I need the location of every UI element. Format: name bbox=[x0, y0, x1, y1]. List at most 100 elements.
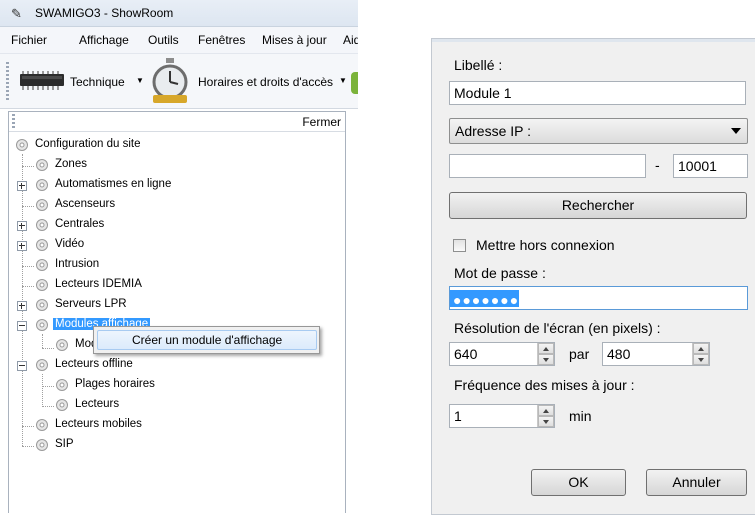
site-tree-panel: Fermer bbox=[8, 111, 345, 513]
technique-button[interactable]: Technique ▼ bbox=[14, 54, 144, 108]
chevron-down-icon: ▼ bbox=[339, 76, 347, 85]
password-input[interactable]: ●●●●●●● bbox=[449, 286, 748, 310]
spin-down-icon[interactable] bbox=[538, 354, 554, 365]
technique-label: Technique bbox=[70, 75, 125, 89]
address-type-select[interactable]: Adresse IP : bbox=[449, 118, 748, 144]
offline-label: Mettre hors connexion bbox=[476, 237, 615, 253]
chip-icon bbox=[20, 71, 64, 90]
collapse-icon[interactable] bbox=[17, 361, 27, 371]
height-stepper[interactable]: 480 bbox=[602, 342, 710, 366]
menu-mises-a-jour[interactable]: Mises à jour bbox=[262, 33, 327, 47]
tree-line bbox=[42, 334, 43, 348]
tree-label: Configuration du site bbox=[35, 138, 141, 150]
tree-label: Intrusion bbox=[55, 258, 100, 270]
tree-label: Lecteurs IDEMIA bbox=[55, 278, 142, 290]
toolbar: Technique ▼ Horaires et droits d'accès ▼ bbox=[0, 54, 358, 109]
expand-icon[interactable] bbox=[17, 221, 27, 231]
gear-icon bbox=[36, 279, 48, 291]
password-label: Mot de passe : bbox=[454, 265, 546, 281]
tree-label: Lecteurs bbox=[75, 398, 120, 410]
tree-line bbox=[22, 154, 23, 446]
resolution-label: Résolution de l'écran (en pixels) : bbox=[454, 320, 661, 336]
ok-button[interactable]: OK bbox=[531, 469, 626, 496]
spin-down-icon[interactable] bbox=[693, 354, 709, 365]
tree-line bbox=[22, 166, 34, 167]
horaires-button[interactable]: Horaires et droits d'accès ▼ bbox=[147, 54, 351, 108]
tree-line bbox=[22, 286, 34, 287]
tree-label: Centrales bbox=[55, 218, 105, 230]
menu-fenetres[interactable]: Fenêtres bbox=[198, 33, 245, 47]
menu-bar: Fichier Affichage Outils Fenêtres Mises … bbox=[0, 27, 358, 54]
frequency-spinner[interactable] bbox=[537, 405, 554, 427]
tree-label: SIP bbox=[55, 438, 74, 450]
par-label: par bbox=[569, 346, 590, 362]
context-menu: Créer un module d'affichage bbox=[93, 326, 320, 354]
dialog-border bbox=[432, 39, 755, 42]
tree-label: Lecteurs mobiles bbox=[55, 418, 142, 430]
width-stepper[interactable]: 640 bbox=[449, 342, 555, 366]
menu-aide[interactable]: Aid bbox=[343, 33, 358, 47]
tree-line bbox=[42, 374, 43, 407]
collapse-icon[interactable] bbox=[17, 321, 27, 331]
tree-line bbox=[42, 348, 54, 349]
app-icon: ✎ bbox=[11, 6, 22, 21]
cancel-button[interactable]: Annuler bbox=[646, 469, 747, 496]
gear-icon bbox=[36, 239, 48, 251]
gear-icon bbox=[36, 159, 48, 171]
create-display-module-menu-item[interactable]: Créer un module d'affichage bbox=[97, 330, 317, 350]
tree-label: Ascenseurs bbox=[55, 198, 116, 210]
spin-up-icon[interactable] bbox=[538, 405, 554, 416]
chevron-down-icon: ▼ bbox=[136, 76, 144, 85]
menu-affichage[interactable]: Affichage bbox=[79, 33, 129, 47]
expand-icon[interactable] bbox=[17, 241, 27, 251]
title-bar: ✎ SWAMIGO3 - ShowRoom bbox=[0, 0, 358, 27]
spin-up-icon[interactable] bbox=[693, 343, 709, 354]
gear-icon bbox=[36, 299, 48, 311]
tree-label: Plages horaires bbox=[75, 378, 155, 390]
expand-icon[interactable] bbox=[17, 181, 27, 191]
gear-icon bbox=[36, 219, 48, 231]
port-input[interactable]: 10001 bbox=[673, 154, 748, 178]
toolbar-grip[interactable] bbox=[6, 62, 9, 102]
ip-address-input[interactable] bbox=[449, 154, 646, 178]
close-panel-button[interactable]: Fermer bbox=[302, 115, 341, 129]
gear-icon bbox=[36, 199, 48, 211]
unit-label: min bbox=[569, 408, 592, 424]
frequency-stepper[interactable]: 1 bbox=[449, 404, 555, 428]
tree-line bbox=[22, 446, 34, 447]
height-value: 480 bbox=[607, 346, 631, 362]
expand-icon[interactable] bbox=[17, 301, 27, 311]
panel-grip[interactable] bbox=[12, 114, 15, 128]
gear-icon bbox=[36, 179, 48, 191]
gear-icon bbox=[36, 439, 48, 451]
gear-icon bbox=[56, 379, 68, 391]
tree-label: Automatismes en ligne bbox=[55, 178, 172, 190]
splitter[interactable] bbox=[345, 111, 346, 513]
user-icon[interactable] bbox=[351, 72, 358, 94]
tree-line bbox=[42, 406, 54, 407]
chevron-down-icon bbox=[731, 128, 741, 134]
search-button[interactable]: Rechercher bbox=[449, 192, 747, 219]
menu-outils[interactable]: Outils bbox=[148, 33, 179, 47]
tree-line bbox=[42, 386, 54, 387]
spin-up-icon[interactable] bbox=[538, 343, 554, 354]
frequency-label: Fréquence des mises à jour : bbox=[454, 377, 635, 393]
menu-fichier[interactable]: Fichier bbox=[11, 33, 47, 47]
ip-port-separator: - bbox=[655, 157, 660, 173]
gear-icon bbox=[16, 139, 28, 151]
gear-icon bbox=[36, 359, 48, 371]
tree-line bbox=[22, 426, 34, 427]
address-type-value: Adresse IP : bbox=[455, 123, 532, 139]
spin-down-icon[interactable] bbox=[538, 416, 554, 427]
gear-icon bbox=[56, 339, 68, 351]
gear-icon bbox=[56, 399, 68, 411]
height-spinner[interactable] bbox=[692, 343, 709, 365]
tree-label: Lecteurs offline bbox=[55, 358, 133, 370]
width-spinner[interactable] bbox=[537, 343, 554, 365]
password-mask: ●●●●●●● bbox=[453, 292, 520, 308]
libelle-input[interactable]: Module 1 bbox=[449, 81, 746, 105]
module-dialog: Libellé : Module 1 Adresse IP : - 10001 … bbox=[431, 38, 755, 515]
tree-label: Zones bbox=[55, 158, 87, 170]
offline-checkbox[interactable] bbox=[453, 239, 466, 252]
frequency-value: 1 bbox=[454, 408, 462, 424]
